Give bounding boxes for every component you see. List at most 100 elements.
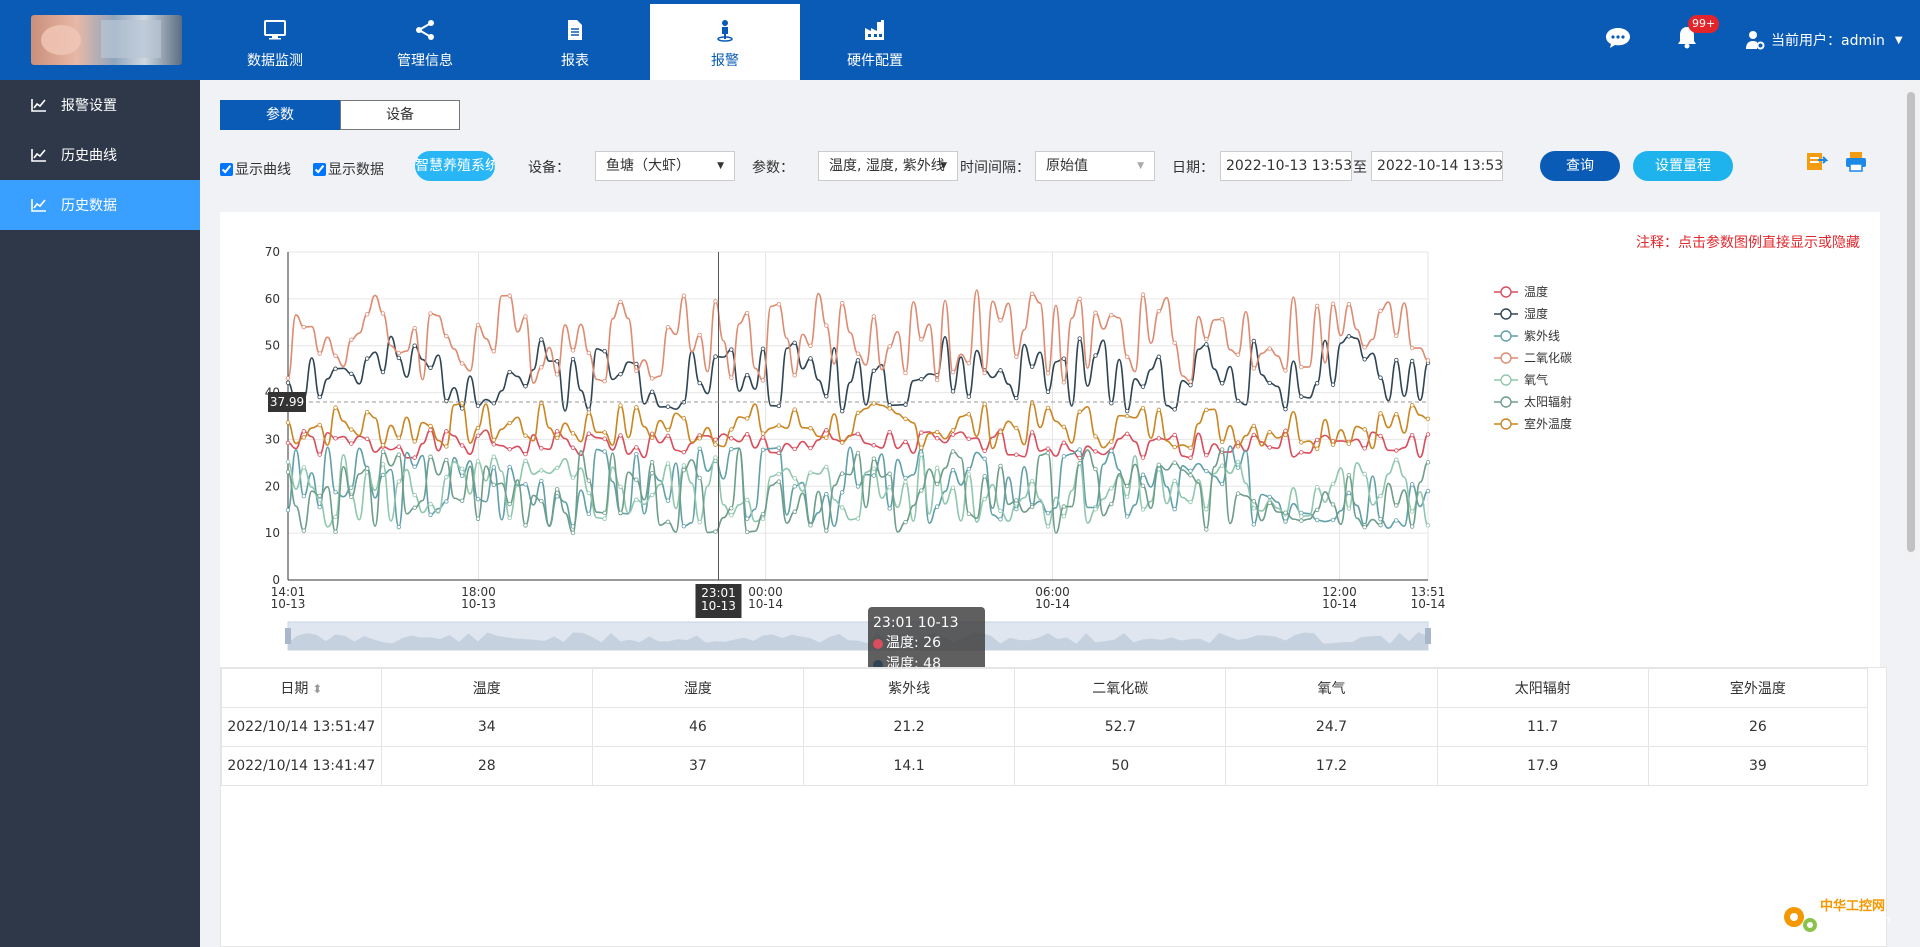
param-select[interactable]: 温度, 湿度, 紫外线 ▼ — [818, 151, 958, 181]
sidebar-item-label: 历史数据 — [61, 198, 117, 214]
series-point — [729, 436, 734, 441]
chat-icon[interactable] — [1605, 27, 1631, 49]
series-point — [1029, 291, 1035, 297]
show-data-checkbox[interactable]: 显示数据 — [313, 159, 384, 179]
legend-marker[interactable] — [1500, 352, 1512, 364]
series-line-2[interactable] — [287, 335, 1429, 412]
query-button[interactable]: 查询 — [1540, 151, 1620, 181]
tab-parameters[interactable]: 参数 — [220, 100, 340, 130]
print-icon[interactable] — [1845, 150, 1867, 172]
series-point — [1061, 514, 1067, 519]
table-cell: 37 — [591, 746, 804, 786]
data-table: 日期 ⬍ 温度 湿度 紫外线 二氧化碳 氧气 太阳辐射 室外温度 2022/10/14 13:… — [220, 667, 1887, 947]
device-select[interactable]: 鱼塘（大虾） ▼ — [595, 151, 735, 181]
series-point — [539, 446, 544, 451]
legend-label[interactable]: 二氧化碳 — [1524, 351, 1572, 365]
series-point — [1172, 407, 1177, 412]
sidebar-item-history-curve[interactable]: 历史曲线 — [0, 130, 200, 180]
sort-icon[interactable]: ⬍ — [308, 682, 322, 696]
system-button[interactable]: 智慧养殖系统 — [415, 151, 495, 181]
legend-label[interactable]: 氧气 — [1524, 372, 1548, 387]
date-to-input[interactable]: 2022-10-14 13:53:0 — [1371, 151, 1503, 181]
legend-label[interactable]: 温度 — [1524, 284, 1548, 299]
series-point — [871, 443, 877, 448]
set-range-button[interactable]: 设置量程 — [1633, 151, 1733, 181]
series-point — [380, 369, 386, 375]
series-point — [364, 466, 370, 471]
legend-label[interactable]: 室外温度 — [1524, 416, 1572, 431]
table-cell: 11.7 — [1436, 707, 1649, 747]
series-point — [665, 324, 671, 330]
legend-marker[interactable] — [1500, 308, 1512, 320]
series-point — [649, 460, 655, 465]
series-point — [665, 498, 671, 503]
zoom-handle-left[interactable] — [285, 628, 291, 644]
series-point — [1394, 457, 1399, 462]
series-point — [1077, 409, 1082, 414]
series-point — [839, 300, 845, 306]
series-point — [396, 524, 402, 530]
show-curve-check[interactable] — [220, 162, 233, 176]
series-point — [1378, 411, 1383, 416]
series-point — [839, 505, 845, 510]
series-point — [618, 510, 623, 516]
nav-management-info[interactable]: 管理信息 — [350, 4, 500, 80]
sidebar-item-history-data[interactable]: 历史数据 — [0, 180, 200, 230]
legend-label[interactable]: 紫外线 — [1524, 329, 1560, 343]
table-cell: 28 — [380, 746, 593, 786]
nav-data-monitoring[interactable]: 数据监测 — [200, 4, 350, 80]
series-point — [934, 377, 940, 383]
legend-marker[interactable] — [1500, 418, 1512, 430]
show-curve-checkbox[interactable]: 显示曲线 — [220, 159, 291, 179]
series-point — [428, 311, 433, 316]
export-icon[interactable] — [1806, 150, 1830, 172]
show-data-check[interactable] — [313, 162, 326, 176]
series-point — [1077, 336, 1082, 341]
series-point — [792, 446, 797, 452]
user-menu[interactable]: 当前用户：admin ▼ — [1745, 27, 1903, 53]
series-point — [824, 528, 829, 533]
interval-value: 原始值 — [1046, 158, 1088, 174]
legend-marker[interactable] — [1500, 286, 1512, 298]
legend-marker[interactable] — [1500, 396, 1512, 408]
table-header-row: 日期 ⬍ 温度 湿度 紫外线 二氧化碳 氧气 太阳辐射 室外温度 — [221, 668, 1869, 708]
series-point — [491, 437, 497, 443]
series-point — [681, 416, 687, 421]
legend-label[interactable]: 太阳辐射 — [1524, 394, 1572, 409]
top-navigation-bar: 数据监测 管理信息 报表 报警 硬件配置 99+ 当前用户：admin ▼ — [0, 0, 1920, 80]
series-point — [570, 530, 576, 536]
tab-devices[interactable]: 设备 — [340, 100, 460, 130]
series-point — [364, 409, 370, 415]
legend-marker[interactable] — [1500, 374, 1512, 386]
interval-label: 时间间隔： — [960, 160, 1030, 176]
column-header[interactable]: 日期 ⬍ — [221, 668, 382, 708]
date-from-input[interactable]: 2022-10-13 13:53:0 — [1220, 151, 1352, 181]
nav-alarm[interactable]: 报警 — [650, 4, 800, 80]
nav-reports[interactable]: 报表 — [500, 4, 650, 80]
interval-select[interactable]: 原始值 ▼ — [1035, 151, 1155, 181]
watermark-title: 中华工控网 — [1820, 899, 1886, 914]
series-line-4[interactable] — [287, 289, 1429, 384]
tooltip-title: 23:01 10-13 — [873, 615, 959, 631]
series-point — [1330, 442, 1336, 447]
y-tick-label: 60 — [265, 292, 280, 306]
series-point — [1394, 518, 1399, 523]
nav-hardware-config[interactable]: 硬件配置 — [800, 4, 950, 80]
legend-marker[interactable] — [1500, 330, 1512, 342]
series-point — [1362, 524, 1367, 530]
series-point — [1267, 380, 1272, 386]
series-point — [1314, 446, 1320, 451]
series-point — [1425, 432, 1431, 437]
sidebar-item-alarm-settings[interactable]: 报警设置 — [0, 80, 200, 130]
column-header: 室外温度 — [1647, 668, 1869, 708]
series-point — [523, 433, 528, 438]
series-point — [428, 423, 433, 429]
zoom-handle-right[interactable] — [1425, 628, 1431, 644]
legend-label[interactable]: 湿度 — [1524, 306, 1548, 321]
series-point — [903, 402, 908, 407]
series-point — [301, 435, 307, 440]
scrollbar-thumb[interactable] — [1907, 92, 1915, 552]
y-tick-label: 20 — [265, 479, 280, 493]
series-point — [634, 451, 639, 457]
page-scrollbar[interactable] — [1905, 82, 1917, 562]
